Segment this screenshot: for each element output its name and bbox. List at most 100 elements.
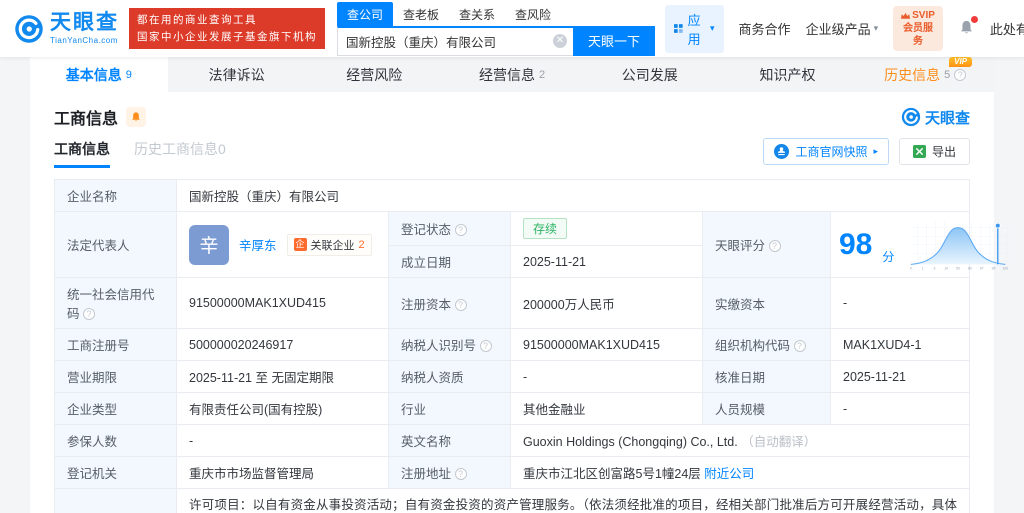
approval-date-label: 核准日期 [702,360,831,393]
enterprise-products-menu[interactable]: 企业级产品 ▾ [806,19,879,38]
score-marker-pin [995,222,1002,229]
company-type-label: 企业类型 [54,392,177,425]
brand-name: 天眼查 [50,11,119,34]
search-tab-relation[interactable]: 查关系 [449,2,505,26]
credit-code-value: 91500000MAK1XUD415 [176,277,389,329]
reg-capital-value: 200000万人民币 [510,277,703,329]
approval-date-value: 2025-11-21 [830,360,970,393]
taxpayer-id-value: 91500000MAK1XUD415 [510,328,703,361]
english-name-value: Guoxin Holdings (Chongqing) Co., Ltd. （自… [510,424,970,457]
search-tab-risk[interactable]: 查风险 [505,2,561,26]
score-value: 98 [839,227,873,261]
excel-export-icon [912,145,926,158]
staff-size-label: 人员规模 [702,392,831,425]
help-icon[interactable]: ? [479,340,492,352]
legal-rep-name-link[interactable]: 辛厚东 [239,235,277,254]
apps-grid-icon [674,24,683,33]
stamp-icon [774,144,790,159]
help-icon[interactable]: ? [768,240,781,252]
org-code-value: MAK1XUD4-1 [830,328,970,361]
tianyancha-logo[interactable]: 天眼查 TianYanCha.com [14,12,119,45]
score-chart-tick: 3 [934,266,936,270]
vip-ribbon: VIP [949,57,973,67]
staff-size-value: - [830,392,970,425]
help-icon[interactable]: ? [793,340,806,352]
search-tab-boss[interactable]: 查老板 [393,2,449,26]
reg-address-value: 重庆市江北区创富路5号1幢24层 附近公司 [510,456,970,489]
clear-icon[interactable]: ✕ [552,34,567,48]
help-icon[interactable]: ? [454,298,467,311]
subtab-history-business-info[interactable]: 历史工商信息0 [134,139,226,168]
top-header: 天眼查 TianYanCha.com 都在用的商业查询工具 国家中小企业发展子基… [0,0,1024,57]
establish-date-label: 成立日期 [388,245,511,278]
notification-dot [970,15,978,23]
insured-count-label: 参保人数 [54,424,177,457]
score-chart-tick: 80 [968,266,972,270]
apps-menu[interactable]: 应用 ▾ [665,4,724,53]
export-button[interactable]: 导出 [898,138,970,165]
industry-value: 其他金融业 [510,392,703,425]
score-chart-tick: 50 [957,266,961,270]
help-icon[interactable]: ? [454,224,467,236]
company-tab-bar: 基本信息 9 法律诉讼 经营风险 经营信息 2 公司发展 知识产权 VIP 历史… [30,57,994,92]
avatar[interactable]: 辛 [189,224,229,265]
business-info-card: 工商信息 天眼查 工商信息 历史工商信息0 工商官网快照 ▸ 导出 企业名称 国… [30,92,1009,513]
announcement-icon[interactable] [126,107,147,127]
brand-slogan: 都在用的商业查询工具 国家中小企业发展子基金旗下机构 [129,8,325,49]
section-title: 工商信息 [54,105,147,129]
user-menu[interactable]: 此处有... ▾ [990,19,1024,38]
top-nav: 应用 ▾ 商务合作 企业级产品 ▾ SVIP 会员服务 此处有 [665,4,1024,53]
tab-intellectual-property[interactable]: 知识产权 [719,57,857,92]
legal-rep-label: 法定代表人 [54,211,177,278]
chevron-down-icon: ▾ [710,23,715,33]
tab-operating-info[interactable]: 经营信息 2 [443,57,581,92]
tab-basic-info[interactable]: 基本信息 9 [30,57,168,92]
taxpayer-id-label: 纳税人识别号 ? [388,328,511,361]
score-cell[interactable]: 98 分 0 1 3 10 50 80 97 99 100 [830,211,1009,278]
paid-capital-label: 实缴资本 [702,277,831,329]
credit-code-label: 统一社会信用代码 ? [54,277,177,329]
tab-operating-risk[interactable]: 经营风险 [305,57,443,92]
svip-member-badge[interactable]: SVIP 会员服务 [893,6,943,51]
establish-date-value: 2025-11-21 [510,245,703,278]
tianyancha-logo-icon [15,14,43,43]
reg-address-label: 注册地址 ? [388,456,511,489]
table-row: 登记机关 重庆市市场监督管理局 注册地址 ? 重庆市江北区创富路5号1幢24层 … [54,456,970,489]
taxpayer-quality-label: 纳税人资质 [388,360,511,393]
search-tab-company[interactable]: 查公司 [337,1,394,26]
table-row: 企业类型 有限责任公司(国有控股) 行业 其他金融业 人员规模 - [54,392,970,425]
business-scope-label: 经营范围 ? [54,488,177,513]
tab-history-info[interactable]: VIP 历史信息 5 ? [856,57,994,92]
score-chart-tick: 10 [945,266,949,270]
search-button[interactable]: 天眼一下 [572,25,655,56]
table-row: 工商注册号 500000020246917 纳税人识别号 ? 91500000M… [54,328,970,361]
crown-icon [901,12,911,19]
tianyancha-logo-icon [901,107,921,127]
business-cooperation-link[interactable]: 商务合作 [739,19,791,38]
help-icon[interactable]: ? [954,68,967,81]
table-row: 参保人数 - 英文名称 Guoxin Holdings (Chongqing) … [54,424,970,457]
brand-domain: TianYanCha.com [50,36,118,45]
search-area: 查公司 查老板 查关系 查风险 ✕ 天眼一下 [337,1,655,56]
score-chart-tick: 1 [922,266,924,270]
business-info-table: 企业名称 国新控股（重庆）有限公司 法定代表人 辛 辛厚东 企 关联企业 2 登… [54,179,1009,513]
official-snapshot-button[interactable]: 工商官网快照 ▸ [763,138,889,165]
table-row: 营业期限 2025-11-21 至 无固定期限 纳税人资质 - 核准日期 202… [54,360,970,393]
help-icon[interactable]: ? [454,468,467,480]
notification-bell[interactable] [958,15,978,39]
search-input[interactable] [338,34,553,48]
table-row: 经营范围 ? 许可项目：以自有资金从事投资活动；自有资金投资的资产管理服务。（依… [54,488,970,513]
business-term-value: 2025-11-21 至 无固定期限 [176,360,389,393]
reg-authority-label: 登记机关 [54,456,177,489]
search-box: ✕ 天眼一下 [337,25,655,56]
help-icon[interactable]: ? [83,308,95,320]
status-badge: 存续 [523,218,568,239]
related-companies-badge[interactable]: 企 关联企业 2 [286,233,372,256]
company-type-value: 有限责任公司(国有控股) [176,392,389,425]
subtab-business-info[interactable]: 工商信息 [54,139,110,168]
english-name-label: 英文名称 [388,424,511,457]
table-row: 企业名称 国新控股（重庆）有限公司 [54,179,970,212]
tab-company-development[interactable]: 公司发展 [581,57,719,92]
nearby-companies-link[interactable]: 附近公司 [704,467,754,481]
tab-legal-proceedings[interactable]: 法律诉讼 [168,57,306,92]
